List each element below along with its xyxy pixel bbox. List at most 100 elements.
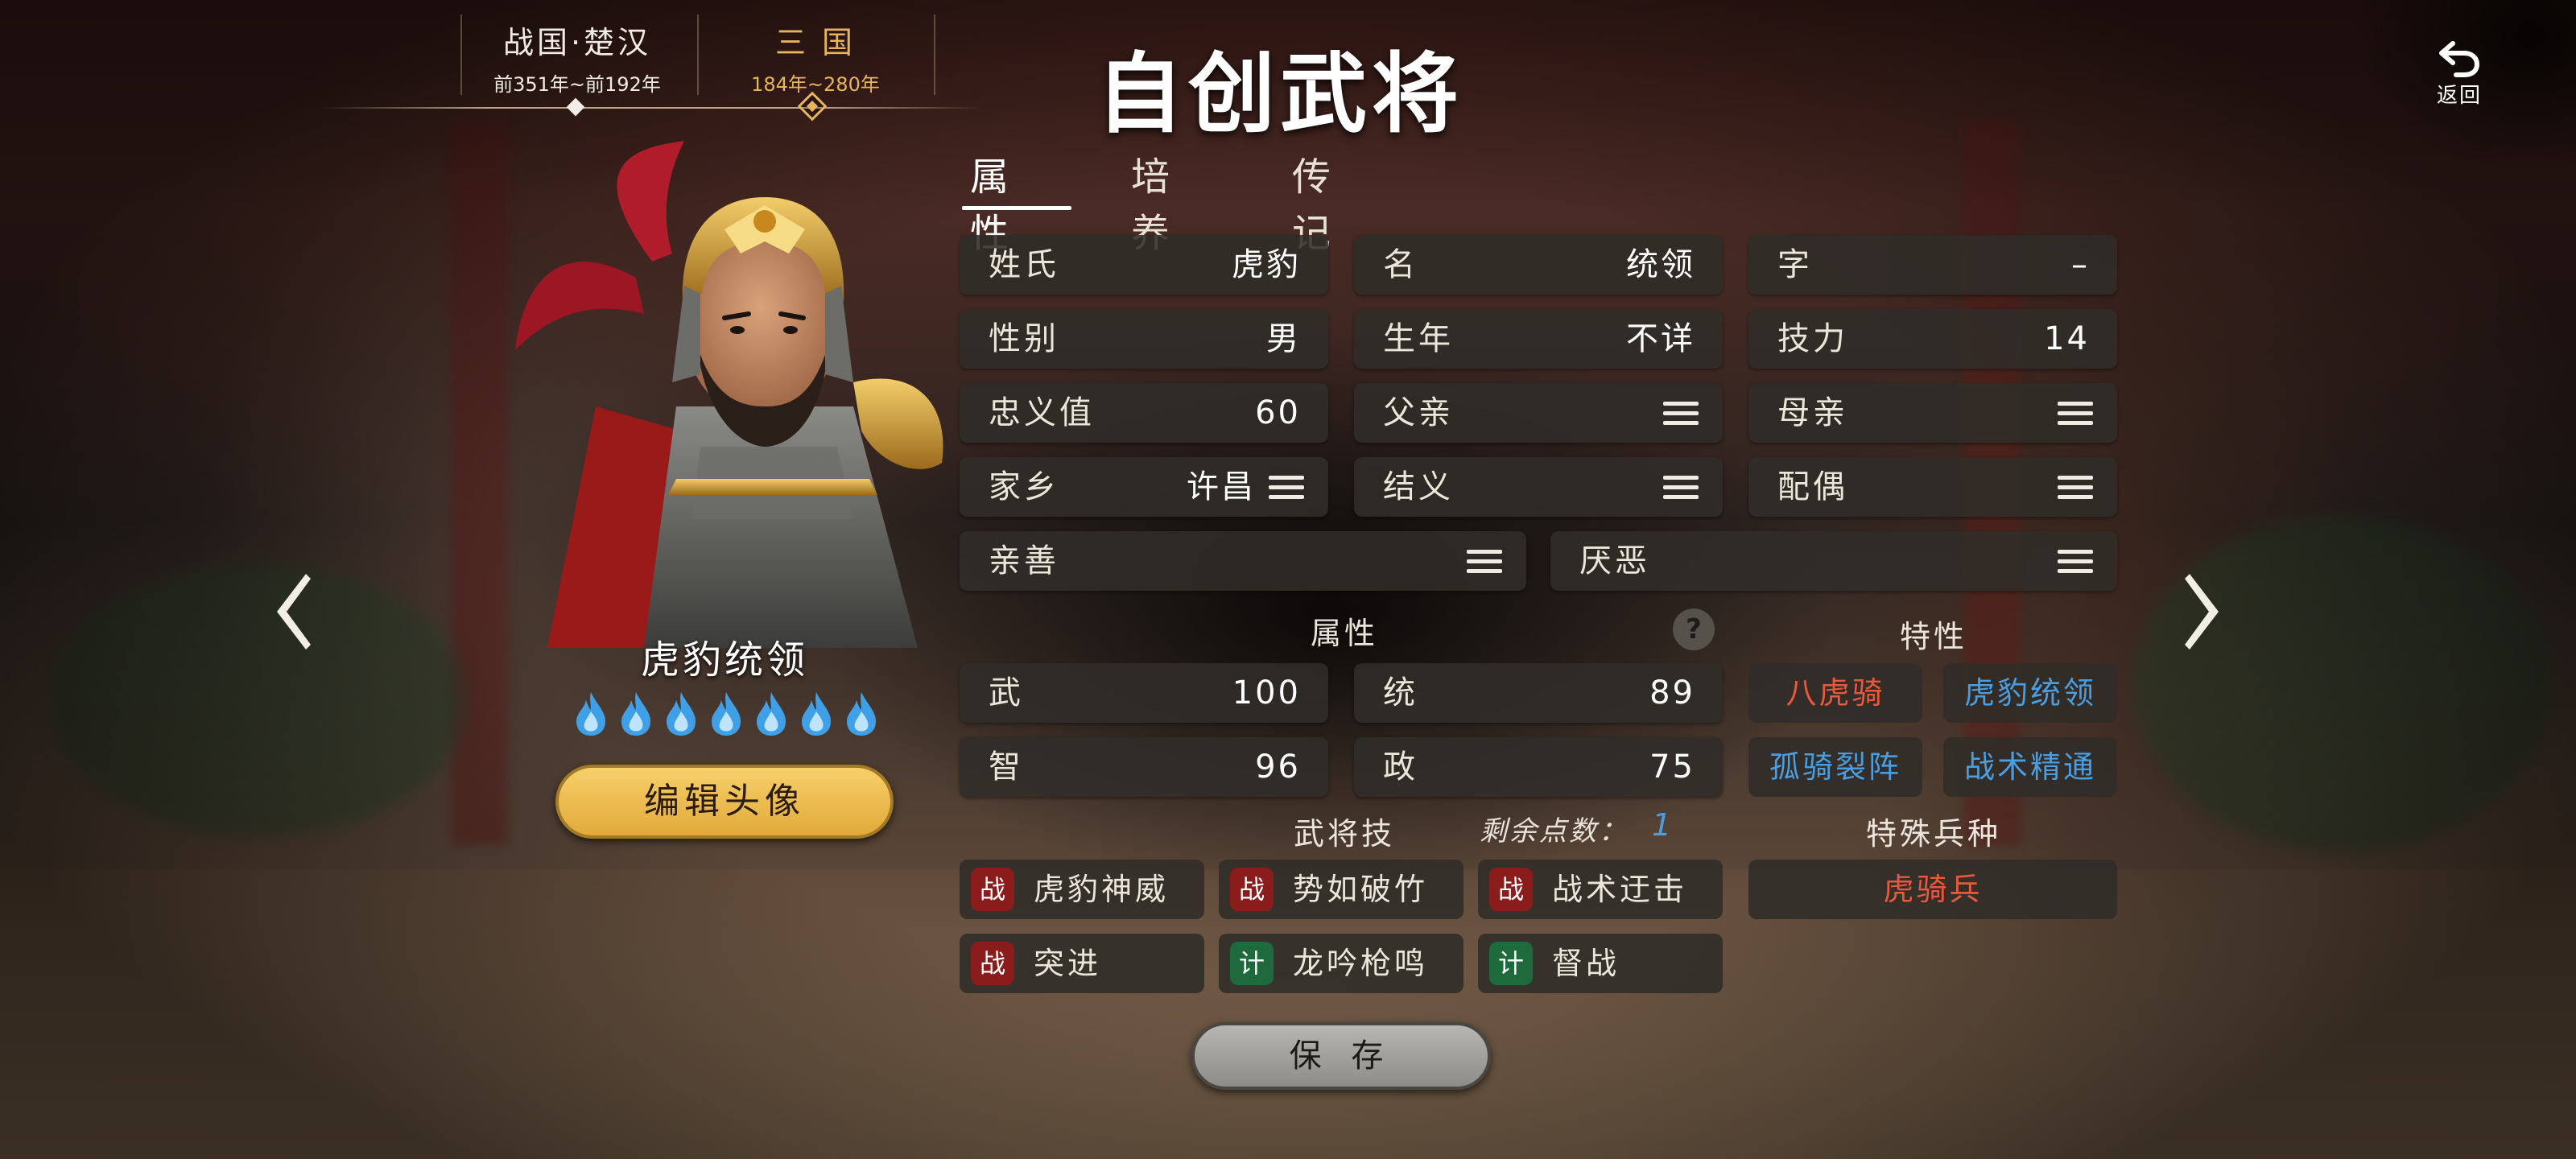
field-value: 许昌: [1187, 468, 1256, 505]
skill-item[interactable]: 战 势如破竹: [1219, 860, 1463, 919]
given-name-field[interactable]: 名 统领: [1354, 235, 1723, 295]
skill-name: 战术迂击: [1552, 872, 1688, 907]
field-label: 忠义值: [989, 394, 1095, 431]
remaining-points-label: 剩余点数：: [1480, 815, 1629, 848]
field-label: 结义: [1383, 468, 1454, 505]
list-menu-icon[interactable]: [2058, 402, 2093, 426]
skill-item[interactable]: 计 督战: [1478, 934, 1723, 993]
birth-year-field[interactable]: 生年 不详: [1354, 309, 1723, 369]
traits-header: 特性: [1899, 619, 1967, 654]
back-button[interactable]: 返回: [2423, 40, 2496, 109]
skills-header: 武将技: [1293, 816, 1395, 852]
skill-name: 突进: [1034, 946, 1102, 981]
mother-field[interactable]: 母亲: [1748, 383, 2117, 443]
skill-item[interactable]: 战 战术迂击: [1478, 860, 1723, 919]
era-option-warring-states[interactable]: 战国·楚汉 前351年~前192年: [460, 10, 694, 100]
attr-value: 75: [1649, 749, 1695, 786]
attr-label: 统: [1383, 674, 1418, 711]
trait-tag[interactable]: 孤骑裂阵: [1748, 737, 1922, 797]
sworn-sibling-field[interactable]: 结义: [1354, 457, 1723, 517]
era-name: 战国·楚汉: [502, 25, 652, 60]
skill-type-badge: 计: [1489, 942, 1533, 985]
surname-field[interactable]: 姓氏 虎豹: [960, 235, 1328, 295]
back-label: 返回: [2436, 84, 2482, 108]
remaining-points-value: 1: [1652, 807, 1672, 843]
skill-item[interactable]: 计 龙吟枪鸣: [1219, 934, 1463, 993]
special-troop-value[interactable]: 虎骑兵: [1748, 860, 2117, 919]
page-title: 自创武将: [1096, 43, 1463, 145]
field-value: 60: [1255, 394, 1301, 431]
return-icon: [2439, 41, 2480, 77]
spouse-field[interactable]: 配偶: [1748, 457, 2117, 517]
loyalty-field[interactable]: 忠义值 60: [960, 383, 1328, 443]
era-range: 前351年~前192年: [493, 73, 661, 96]
trait-tag[interactable]: 战术精通: [1943, 737, 2117, 797]
flame-icon: [802, 692, 831, 736]
list-menu-icon[interactable]: [2058, 550, 2093, 574]
list-menu-icon[interactable]: [1269, 476, 1304, 500]
save-button[interactable]: 保 存: [1191, 1022, 1491, 1090]
skill-type-badge: 计: [1230, 942, 1274, 985]
list-menu-icon[interactable]: [2058, 476, 2093, 500]
era-name: 三 国: [774, 25, 857, 60]
skill-item[interactable]: 战 虎豹神威: [960, 860, 1204, 919]
flame-icon: [621, 692, 650, 736]
flame-icon: [847, 692, 876, 736]
attr-value: 96: [1255, 749, 1301, 786]
field-label: 家乡: [989, 468, 1059, 505]
field-label: 名: [1383, 246, 1418, 283]
skill-name: 督战: [1552, 946, 1620, 981]
skill-type-badge: 战: [1489, 868, 1533, 911]
special-troop-header: 特殊兵种: [1865, 816, 2001, 852]
hometown-field[interactable]: 家乡 许昌: [960, 457, 1328, 517]
flame-icon: [667, 692, 696, 736]
general-portrait: [515, 141, 943, 648]
field-value: 不详: [1626, 320, 1695, 357]
previous-arrow-icon[interactable]: [266, 567, 322, 656]
trait-tag[interactable]: 八虎骑: [1748, 663, 1922, 723]
field-label: 配偶: [1777, 468, 1848, 505]
field-value: 统领: [1626, 246, 1695, 283]
help-icon[interactable]: ?: [1673, 608, 1715, 650]
field-label: 技力: [1777, 320, 1848, 357]
flame-icon: [757, 692, 786, 736]
skill-name: 龙吟枪鸣: [1293, 946, 1429, 981]
field-value: 虎豹: [1232, 246, 1301, 283]
general-name: 虎豹统领: [640, 637, 808, 683]
courtesy-name-field[interactable]: 字 –: [1748, 235, 2117, 295]
field-label: 字: [1777, 246, 1813, 283]
edit-avatar-button[interactable]: 编辑头像: [555, 765, 894, 839]
field-label: 亲善: [989, 542, 1059, 580]
dislikes-field[interactable]: 厌恶: [1550, 531, 2117, 591]
era-timeline: [322, 107, 982, 109]
skill-name: 势如破竹: [1293, 872, 1429, 907]
field-value: 男: [1266, 320, 1301, 357]
father-field[interactable]: 父亲: [1354, 383, 1723, 443]
list-menu-icon[interactable]: [1467, 550, 1502, 574]
attr-value: 100: [1232, 674, 1301, 711]
skill-type-badge: 战: [971, 868, 1014, 911]
era-option-three-kingdoms[interactable]: 三 国 184年~280年: [699, 10, 932, 100]
field-label: 姓氏: [989, 246, 1059, 283]
field-label: 性别: [989, 320, 1059, 357]
trait-tag[interactable]: 虎豹统领: [1943, 663, 2117, 723]
field-label: 厌恶: [1579, 542, 1650, 580]
attr-label: 武: [989, 674, 1024, 711]
list-menu-icon[interactable]: [1663, 402, 1699, 426]
attr-intellect[interactable]: 智 96: [960, 737, 1328, 797]
field-label: 生年: [1383, 320, 1454, 357]
attr-label: 智: [989, 749, 1024, 786]
list-menu-icon[interactable]: [1663, 476, 1699, 500]
attr-command[interactable]: 统 89: [1354, 663, 1723, 723]
flame-icon: [576, 692, 605, 736]
attr-martial[interactable]: 武 100: [960, 663, 1328, 723]
field-value: –: [2071, 246, 2090, 283]
era-range: 184年~280年: [751, 73, 880, 96]
flame-icon: [712, 692, 741, 736]
gender-field[interactable]: 性别 男: [960, 309, 1328, 369]
skill-power-field[interactable]: 技力 14: [1748, 309, 2117, 369]
likes-field[interactable]: 亲善: [960, 531, 1526, 591]
attr-politics[interactable]: 政 75: [1354, 737, 1723, 797]
next-arrow-icon[interactable]: [2174, 567, 2230, 656]
skill-item[interactable]: 战 突进: [960, 934, 1204, 993]
